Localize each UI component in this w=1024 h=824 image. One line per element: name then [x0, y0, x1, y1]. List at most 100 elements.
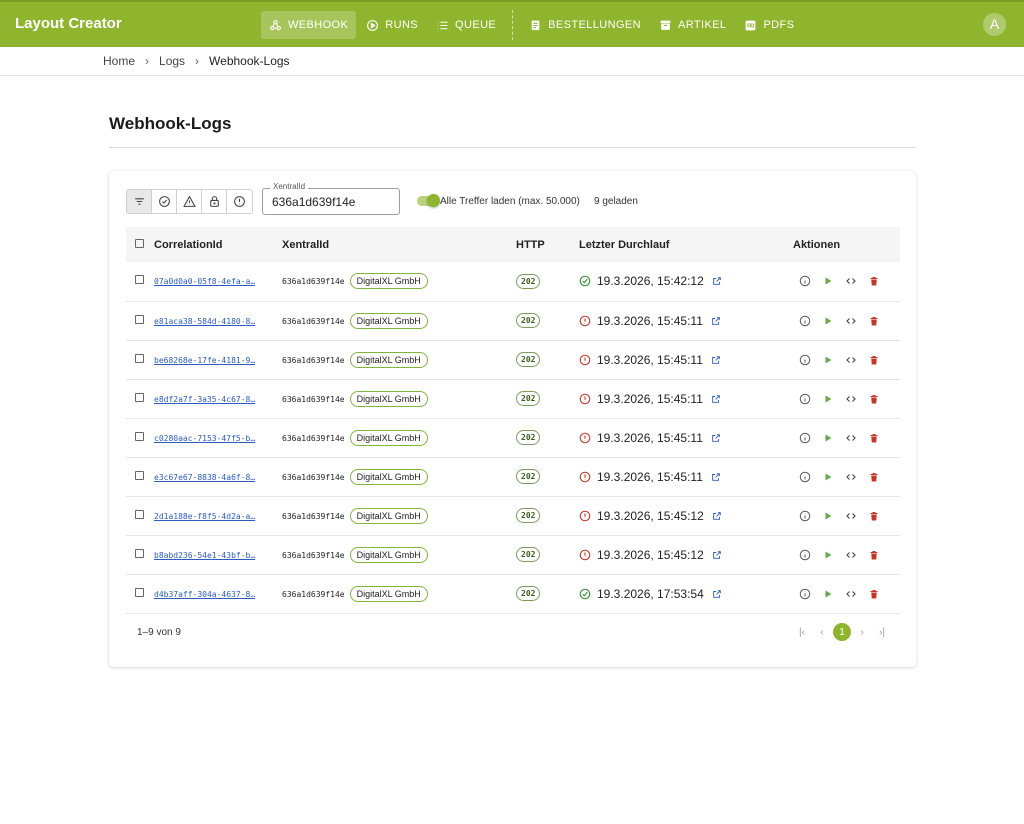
row-checkbox[interactable]	[135, 587, 144, 597]
delete-button[interactable]	[862, 510, 885, 522]
breadcrumb-logs[interactable]: Logs	[159, 54, 185, 68]
filter-ok-button[interactable]	[152, 190, 177, 213]
row-checkbox[interactable]	[135, 275, 144, 285]
open-external-icon[interactable]	[711, 355, 721, 365]
open-external-icon[interactable]	[711, 394, 721, 404]
nav-pdfs[interactable]: PDFS	[736, 11, 802, 39]
correlation-id-link[interactable]: c0280aac-7153-47f5-b…	[154, 434, 255, 443]
info-button[interactable]	[793, 275, 816, 287]
last-run: 19.3.2026, 15:45:12	[579, 548, 793, 562]
xentral-id-field[interactable]: XentralId	[262, 182, 400, 215]
rerun-button[interactable]	[816, 354, 839, 366]
delete-button[interactable]	[862, 275, 885, 287]
delete-button[interactable]	[862, 471, 885, 483]
nav-webhook[interactable]: WEBHOOK	[261, 11, 357, 39]
filter-error-button[interactable]	[227, 190, 252, 213]
correlation-id-link[interactable]: e8df2a7f-3a35-4c67-8…	[154, 395, 255, 404]
open-external-icon[interactable]	[711, 433, 721, 443]
open-external-icon[interactable]	[712, 276, 722, 286]
row-checkbox[interactable]	[135, 470, 144, 480]
info-button[interactable]	[793, 588, 816, 600]
info-button[interactable]	[793, 510, 816, 522]
row-checkbox[interactable]	[135, 509, 144, 519]
trash-icon	[870, 433, 877, 442]
filter-all-button[interactable]	[127, 190, 152, 213]
avatar[interactable]: A	[983, 13, 1006, 36]
code-button[interactable]	[839, 275, 862, 287]
info-button[interactable]	[793, 549, 816, 561]
info-button[interactable]	[793, 432, 816, 444]
code-button[interactable]	[839, 315, 862, 327]
row-checkbox[interactable]	[135, 392, 144, 402]
col-http[interactable]: HTTP	[516, 227, 579, 262]
load-all-switch[interactable]	[417, 194, 440, 207]
delete-button[interactable]	[862, 549, 885, 561]
correlation-id-link[interactable]: e81aca38-584d-4180-8…	[154, 317, 255, 326]
col-correlation-id[interactable]: CorrelationId	[154, 227, 282, 262]
next-page-icon[interactable]: ›	[852, 627, 872, 638]
delete-button[interactable]	[862, 315, 885, 327]
last-page-icon[interactable]: ›|	[872, 627, 892, 638]
correlation-id-link[interactable]: e3c67e67-8838-4a6f-8…	[154, 473, 255, 482]
row-checkbox[interactable]	[135, 431, 144, 441]
xentral-id-value: 636a1d639f14e	[282, 316, 345, 326]
row-checkbox[interactable]	[135, 314, 144, 324]
code-icon	[845, 356, 856, 363]
info-button[interactable]	[793, 393, 816, 405]
open-external-icon[interactable]	[711, 472, 721, 482]
first-page-icon[interactable]: |‹	[792, 627, 812, 638]
code-button[interactable]	[839, 471, 862, 483]
rerun-button[interactable]	[816, 549, 839, 561]
nav-bestellungen[interactable]: BESTELLUNGEN	[521, 11, 649, 39]
code-button[interactable]	[839, 432, 862, 444]
xentral-id-input[interactable]	[272, 195, 392, 209]
table-row: 2d1a188e-f8f5-4d2a-a… 636a1d639f14e Digita…	[126, 496, 900, 535]
info-icon	[799, 393, 810, 404]
delete-button[interactable]	[862, 432, 885, 444]
delete-button[interactable]	[862, 354, 885, 366]
code-button[interactable]	[839, 549, 862, 561]
filter-locked-button[interactable]	[202, 190, 227, 213]
app-title[interactable]: Layout Creator	[15, 15, 122, 32]
col-last-run[interactable]: Letzter Durchlauf	[579, 227, 793, 262]
runs-icon	[367, 19, 379, 31]
rerun-button[interactable]	[816, 471, 839, 483]
info-button[interactable]	[793, 315, 816, 327]
nav-queue[interactable]: QUEUE	[428, 11, 504, 39]
select-all-checkbox[interactable]	[135, 238, 144, 248]
code-button[interactable]	[839, 393, 862, 405]
col-xentral-id[interactable]: XentralId	[282, 227, 516, 262]
filter-warning-button[interactable]	[177, 190, 202, 213]
correlation-id-link[interactable]: be68268e-17fe-4181-9…	[154, 356, 255, 365]
correlation-id-link[interactable]: b8abd236-54e1-43bf-b…	[154, 551, 255, 560]
rerun-button[interactable]	[816, 275, 839, 287]
info-button[interactable]	[793, 354, 816, 366]
page-button[interactable]: 1	[833, 623, 851, 641]
open-external-icon[interactable]	[712, 511, 722, 521]
nav-runs[interactable]: RUNS	[358, 11, 426, 39]
row-checkbox[interactable]	[135, 548, 144, 558]
info-button[interactable]	[793, 471, 816, 483]
row-checkbox[interactable]	[135, 353, 144, 363]
rerun-button[interactable]	[816, 588, 839, 600]
rerun-button[interactable]	[816, 432, 839, 444]
status-error-icon	[579, 315, 591, 326]
code-button[interactable]	[839, 510, 862, 522]
correlation-id-link[interactable]: d4b37aff-304a-4637-8…	[154, 590, 255, 599]
code-button[interactable]	[839, 588, 862, 600]
prev-page-icon[interactable]: ‹	[812, 627, 832, 638]
open-external-icon[interactable]	[712, 550, 722, 560]
breadcrumb-home[interactable]: Home	[103, 54, 135, 68]
rerun-button[interactable]	[816, 510, 839, 522]
open-external-icon[interactable]	[712, 589, 722, 599]
rerun-button[interactable]	[816, 393, 839, 405]
nav-artikel[interactable]: ARTIKEL	[651, 11, 734, 39]
correlation-id-link[interactable]: 2d1a188e-f8f5-4d2a-a…	[154, 512, 255, 521]
correlation-id-link[interactable]: 07a0d0a0-05f8-4efa-a…	[154, 277, 255, 286]
open-external-icon[interactable]	[711, 316, 721, 326]
http-status-badge: 202	[516, 508, 541, 523]
rerun-button[interactable]	[816, 315, 839, 327]
code-button[interactable]	[839, 354, 862, 366]
delete-button[interactable]	[862, 393, 885, 405]
delete-button[interactable]	[862, 588, 885, 600]
